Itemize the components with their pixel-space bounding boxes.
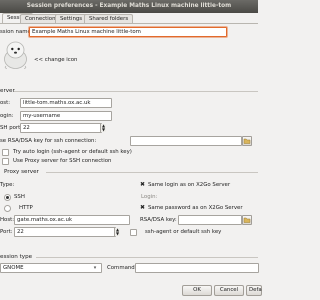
- chevron-down-icon: ▾: [93, 265, 97, 271]
- same-password-label: Same password as on X2Go Server: [148, 205, 243, 211]
- use-proxy-label: Use Proxy server for SSH connection: [13, 158, 112, 164]
- server-section-title: erver: [0, 88, 15, 94]
- same-login-checkbox[interactable]: ✖: [140, 182, 145, 188]
- session-type-value: GNOME: [3, 265, 24, 271]
- session-name-label: ssion name:: [0, 29, 33, 35]
- tab-bar: Session Connection Settings Shared folde…: [0, 13, 258, 24]
- proxy-port-spin[interactable]: ▲ ▼: [114, 228, 120, 236]
- ok-button[interactable]: OK: [182, 285, 212, 296]
- window-title: Session preferences - Example Maths Linu…: [26, 3, 232, 9]
- session-type-divider: [36, 257, 258, 258]
- defaults-button[interactable]: Defa: [246, 285, 262, 296]
- proxy-http-radio[interactable]: [4, 205, 11, 212]
- session-type-select[interactable]: GNOME: [0, 263, 102, 273]
- proxy-rsa-label: RSA/DSA key:: [140, 217, 177, 223]
- seal-icon: [4, 41, 27, 69]
- proxy-port-input[interactable]: 22: [14, 227, 116, 237]
- rsa-key-label: se RSA/DSA key for ssh connection:: [0, 138, 97, 144]
- proxy-ssh-radio[interactable]: [4, 194, 11, 201]
- proxy-section-title: Proxy server: [4, 169, 39, 175]
- login-label: ogin:: [0, 113, 14, 119]
- proxy-rsa-input[interactable]: [178, 215, 242, 225]
- cancel-button[interactable]: Cancel: [214, 285, 244, 296]
- session-type-section-title: ession type: [0, 254, 33, 260]
- proxy-http-label: HTTP: [19, 205, 33, 211]
- command-input[interactable]: [135, 263, 259, 273]
- auto-login-label: Try auto login (ssh-agent or default ssh…: [13, 149, 132, 155]
- session-name-input[interactable]: Example Maths Linux machine little-tom: [29, 27, 227, 37]
- proxy-type-label: Type:: [0, 182, 15, 188]
- use-proxy-checkbox[interactable]: [2, 158, 9, 165]
- tab-settings[interactable]: Settings: [55, 14, 88, 23]
- window-title-bar: Session preferences - Example Maths Linu…: [0, 0, 258, 13]
- tab-shared-folders[interactable]: Shared folders: [84, 14, 134, 23]
- proxy-login-label: Login:: [141, 194, 158, 200]
- proxy-rsa-browse-button[interactable]: [242, 215, 252, 225]
- folder-icon: [243, 217, 251, 223]
- ssh-port-spin[interactable]: ▲ ▼: [100, 124, 106, 132]
- proxy-port-label: Port:: [0, 229, 13, 235]
- same-login-label: Same login as on X2Go Server: [148, 182, 231, 188]
- ssh-port-label: SH port:: [0, 125, 23, 131]
- ssh-port-input[interactable]: 22: [20, 123, 102, 133]
- same-password-checkbox[interactable]: ✖: [140, 205, 145, 211]
- proxy-agent-label: ssh-agent or default ssh key: [145, 229, 222, 235]
- auto-login-checkbox[interactable]: [2, 149, 9, 156]
- session-icon-button[interactable]: [2, 40, 29, 70]
- login-input[interactable]: my-username: [20, 111, 112, 121]
- change-icon-label: << change icon: [34, 57, 78, 63]
- rsa-key-browse-button[interactable]: [242, 136, 252, 146]
- rsa-key-input[interactable]: [130, 136, 242, 146]
- proxy-agent-checkbox[interactable]: [130, 229, 137, 236]
- folder-icon: [243, 138, 251, 144]
- proxy-host-input[interactable]: gate.maths.ox.ac.uk: [14, 215, 130, 225]
- host-input[interactable]: little-tom.maths.ox.ac.uk: [20, 98, 112, 108]
- proxy-host-label: Host:: [0, 217, 15, 223]
- server-divider: [14, 91, 258, 92]
- proxy-divider: [46, 172, 258, 173]
- proxy-ssh-label: SSH: [14, 194, 25, 200]
- host-label: ost:: [0, 100, 11, 106]
- command-label: Command:: [107, 265, 137, 271]
